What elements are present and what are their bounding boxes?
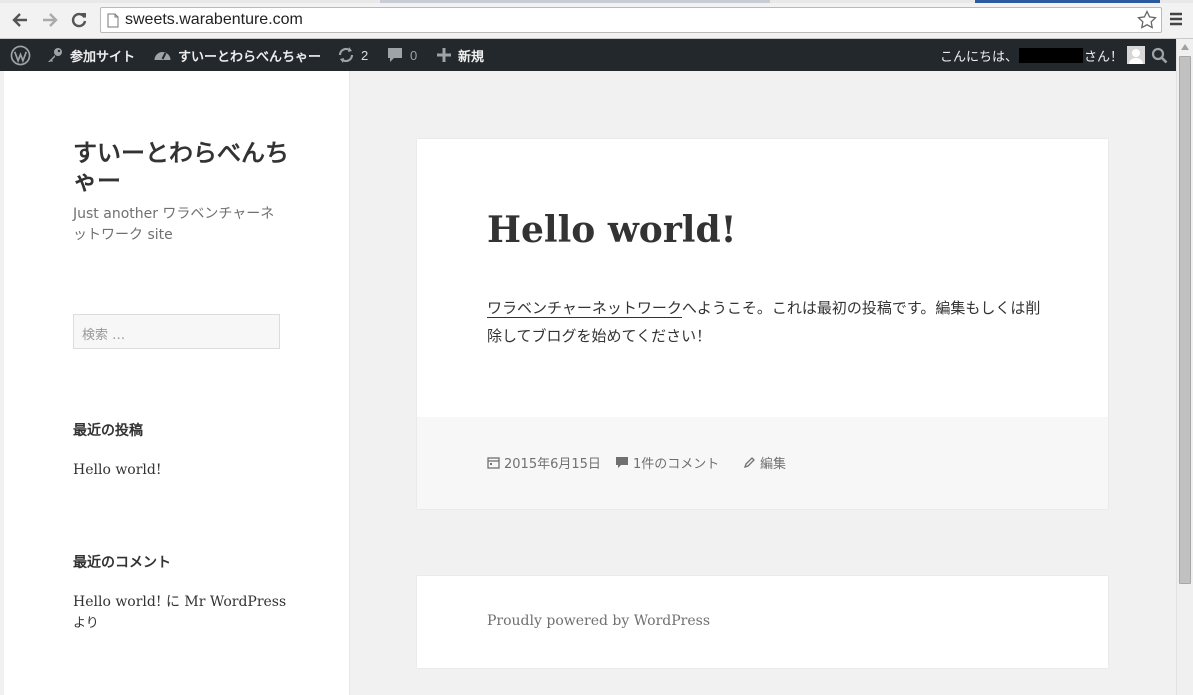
- browser-menu-button[interactable]: [1167, 10, 1187, 30]
- calendar-icon: [487, 457, 500, 469]
- key-icon: [48, 48, 62, 62]
- back-button[interactable]: [9, 9, 31, 31]
- recent-comment-post-link[interactable]: Hello world!: [73, 594, 162, 610]
- recent-posts-title: 最近の投稿: [73, 423, 143, 439]
- back-arrow-icon: [12, 13, 27, 27]
- post-body-link[interactable]: ワラベンチャーネットワーク: [487, 299, 682, 318]
- updates-button[interactable]: 2: [337, 39, 368, 71]
- dashboard-gauge-icon: [154, 52, 171, 60]
- post-edit-link[interactable]: 編集: [743, 453, 786, 472]
- wordpress-logo-icon: [10, 45, 31, 65]
- pencil-icon: [743, 457, 755, 469]
- recent-comment-connector: に: [161, 594, 185, 610]
- avatar: [1127, 46, 1146, 64]
- site-name-label: すいーとわらべんちゃー: [178, 48, 322, 64]
- site-description: Just another ワラベンチャーネットワーク site: [73, 206, 275, 243]
- avatar-silhouette-icon: [1129, 49, 1144, 64]
- bookmark-star-icon[interactable]: [1137, 10, 1157, 30]
- updates-count: 2: [361, 47, 369, 63]
- address-bar[interactable]: sweets.warabenture.com: [100, 7, 1162, 33]
- admin-search-button[interactable]: [1151, 39, 1174, 71]
- recent-comment-author-link[interactable]: Mr WordPress: [184, 594, 286, 610]
- post-comments-link[interactable]: 1件のコメント: [615, 453, 719, 472]
- post-meta-footer: 2015年6月15日 1件のコメント 編集: [417, 417, 1108, 509]
- post-content: ワラベンチャーネットワークへようこそ。これは最初の投稿です。編集もしくは削除して…: [487, 294, 1047, 350]
- site-footer: Proudly powered by WordPress: [417, 576, 1108, 668]
- greeting-prefix: こんにちは、: [940, 48, 1019, 64]
- tab-strip: [0, 0, 1193, 3]
- redacted-username: [1019, 47, 1084, 63]
- site-title[interactable]: すいーとわらべんちゃー: [73, 139, 293, 195]
- new-label: 新規: [458, 48, 485, 64]
- forward-button[interactable]: [39, 9, 61, 31]
- my-account-menu[interactable]: こんにちは、 さん！: [940, 39, 1146, 71]
- tab[interactable]: [380, 0, 770, 3]
- recent-comment-suffix: より: [73, 616, 99, 631]
- scroll-thumb[interactable]: [1179, 56, 1191, 584]
- post-title[interactable]: Hello world!: [487, 209, 736, 251]
- post-date: 2015年6月15日: [504, 457, 601, 472]
- reload-button[interactable]: [68, 9, 90, 31]
- sidebar: すいーとわらべんちゃー Just another ワラベンチャーネットワーク s…: [4, 71, 350, 695]
- recent-comment-item: Hello world! に Mr WordPress より: [73, 592, 288, 634]
- page-icon: [107, 13, 119, 28]
- powered-by-link[interactable]: Proudly powered by WordPress: [487, 613, 710, 629]
- post-edit-label: 編集: [760, 457, 787, 472]
- site-name-menu[interactable]: すいーとわらべんちゃー: [153, 39, 321, 71]
- comments-button[interactable]: 0: [386, 39, 417, 71]
- plus-icon: [437, 48, 451, 62]
- search-icon: [1151, 47, 1168, 63]
- updates-refresh-icon: [338, 47, 354, 63]
- post-date-link[interactable]: 2015年6月15日: [487, 453, 601, 472]
- comment-bubble-icon: [616, 457, 628, 468]
- page-scrollbar[interactable]: [1176, 39, 1193, 695]
- url-text: sweets.warabenture.com: [125, 11, 303, 28]
- post-article: Hello world! ワラベンチャーネットワークへようこそ。これは最初の投稿…: [417, 139, 1108, 509]
- comments-count: 0: [410, 47, 418, 63]
- greeting-suffix: さん！: [1084, 48, 1124, 64]
- wp-logo-button[interactable]: [10, 39, 37, 71]
- tab[interactable]: [975, 0, 1160, 3]
- post-comments-count: 1件のコメント: [633, 457, 720, 472]
- wp-admin-bar: 参加サイト すいーとわらべんちゃー 2 0 新規 こんにちは、 さん！: [0, 39, 1176, 71]
- my-sites-label: 参加サイト: [70, 48, 136, 64]
- recent-comments-title: 最近のコメント: [73, 555, 171, 571]
- hamburger-menu-icon: [1170, 12, 1182, 26]
- recent-post-link[interactable]: Hello world!: [73, 460, 288, 481]
- reload-icon: [71, 12, 87, 28]
- comment-bubble-icon: [388, 48, 402, 62]
- browser-toolbar: sweets.warabenture.com: [0, 0, 1193, 39]
- new-content-menu[interactable]: 新規: [436, 39, 484, 71]
- my-sites-menu[interactable]: 参加サイト: [46, 39, 135, 71]
- forward-arrow-icon: [43, 13, 58, 27]
- search-input[interactable]: 検索 …: [73, 314, 280, 349]
- scroll-up-arrow-icon[interactable]: [1181, 44, 1189, 50]
